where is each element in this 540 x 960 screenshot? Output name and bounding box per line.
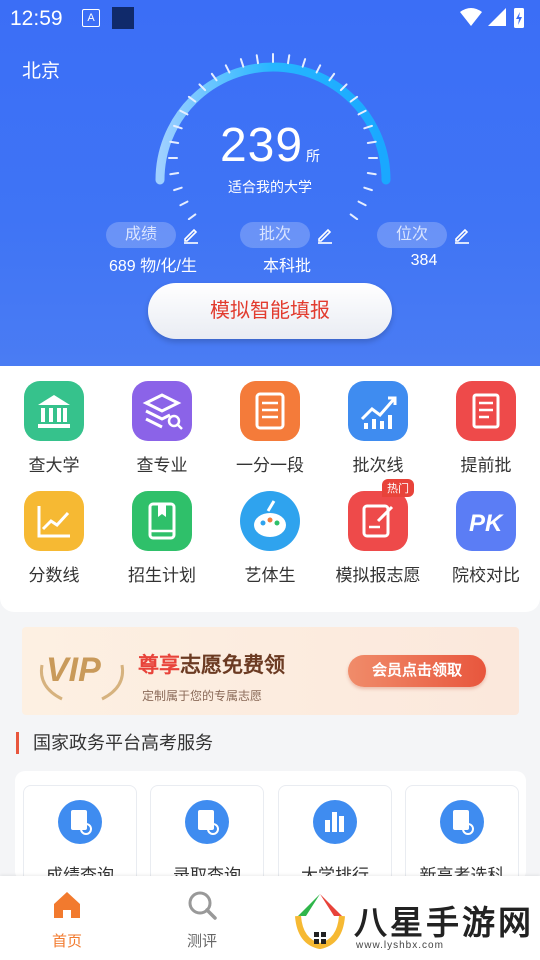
subject-select-icon: [440, 800, 484, 844]
feature-score-line[interactable]: 分数线: [0, 491, 108, 586]
scroll-icon: [456, 381, 516, 441]
vip-subtitle: 定制属于您的专属志愿: [142, 689, 263, 703]
param-batch-value: 本科批: [262, 258, 311, 275]
gauge-tick: [315, 64, 322, 74]
list-doc-icon: [240, 381, 300, 441]
signal-icon: [488, 8, 506, 26]
feature-label: 批次线: [352, 456, 404, 475]
param-batch-label: 批次: [240, 222, 310, 248]
palette-icon: [240, 491, 300, 551]
feature-find-major[interactable]: 查专业: [108, 381, 216, 476]
match-count: 239 所: [0, 118, 540, 173]
ranking-icon: [313, 800, 357, 844]
location-city[interactable]: 北京: [22, 56, 60, 83]
match-count-unit: 所: [306, 148, 321, 164]
gauge-tick: [366, 172, 377, 176]
tab-assessment-label: 测评: [186, 933, 217, 950]
book-icon: [132, 491, 192, 551]
watermark-emblem: [295, 894, 345, 950]
gauge-tick: [179, 200, 189, 207]
layers-search-icon: [132, 381, 192, 441]
edit-form-icon: 热门: [348, 479, 414, 551]
edit-icon[interactable]: [316, 226, 334, 244]
param-score-label: 成绩: [106, 222, 176, 248]
gauge-tick: [224, 64, 231, 74]
feature-label: 查专业: [136, 456, 188, 475]
gauge-tick: [287, 54, 291, 65]
param-score-value: 689 物/化/生: [108, 258, 198, 275]
param-rank-value: 384: [410, 252, 438, 269]
university-icon: [24, 381, 84, 441]
status-bar: 12:59 A: [0, 0, 540, 36]
vip-title-rest: 志愿免费领: [180, 654, 285, 677]
feature-find-university[interactable]: 查大学: [0, 381, 108, 476]
feature-compare-colleges[interactable]: PK 院校对比: [432, 491, 540, 586]
gauge-tick: [255, 54, 259, 65]
watermark-logo: 八星手游网 www.lyshbx.com: [290, 890, 535, 956]
gauge-tick: [239, 58, 245, 68]
feature-label: 招生计划: [128, 566, 196, 585]
feature-art-sports[interactable]: 艺体生: [216, 491, 324, 586]
param-score[interactable]: 成绩 689 物/化/生: [88, 222, 218, 276]
status-time: 12:59: [10, 7, 63, 30]
simulate-fill-button[interactable]: 模拟智能填报: [148, 283, 392, 339]
hero-header: 12:59 A 北京 239 所 适合我的大学 成绩 689 物/化/生 批次 本: [0, 0, 540, 366]
wifi-icon: [460, 8, 482, 26]
feature-grid: 查大学 查专业 一分一段 批次线 提前批 分数线 招生计划 艺体生 热门 模拟报…: [0, 366, 540, 612]
tab-home[interactable]: 首页: [27, 888, 107, 951]
gauge-tick: [187, 213, 197, 220]
svg-text:PK: PK: [469, 510, 504, 537]
line-chart-icon: [24, 491, 84, 551]
feature-batch-line[interactable]: 批次线: [324, 381, 432, 476]
tab-home-label: 首页: [51, 933, 82, 950]
feature-label: 分数线: [28, 566, 80, 585]
notification-icon: A: [82, 9, 100, 27]
score-query-icon: [58, 800, 102, 844]
watermark-text: 八星手游网: [354, 904, 534, 941]
edit-icon[interactable]: [182, 226, 200, 244]
trend-chart-icon: [348, 381, 408, 441]
vip-banner[interactable]: VIP 尊享志愿免费领 定制属于您的专属志愿 会员点击领取: [22, 627, 519, 715]
gauge-tick: [301, 58, 307, 68]
admission-query-icon: [185, 800, 229, 844]
match-caption: 适合我的大学: [228, 179, 312, 195]
param-rank[interactable]: 位次 384: [359, 222, 489, 270]
feature-enrollment-plan[interactable]: 招生计划: [108, 491, 216, 586]
vip-title: 尊享志愿免费领: [138, 649, 285, 679]
gauge-tick: [169, 172, 180, 176]
app-notification-icon: [112, 7, 134, 29]
tab-assessment[interactable]: 测评: [162, 888, 242, 951]
gauge-tick: [357, 200, 367, 207]
service-university-ranking[interactable]: 大学排行: [278, 785, 392, 887]
service-subject-selection[interactable]: 新高考选科: [405, 785, 519, 887]
feature-label: 模拟报志愿: [335, 566, 421, 585]
service-score-query[interactable]: 成绩查询: [23, 785, 137, 887]
watermark-url: www.lyshbx.com: [356, 940, 444, 951]
service-admission-query[interactable]: 录取查询: [150, 785, 264, 887]
feature-label: 艺体生: [244, 566, 296, 585]
edit-icon[interactable]: [453, 226, 471, 244]
gauge-tick: [349, 213, 359, 220]
match-count-number: 239: [219, 119, 304, 172]
feature-label: 一分一段: [236, 456, 304, 475]
feature-label: 提前批: [460, 456, 512, 475]
hot-badge: 热门: [382, 479, 414, 497]
param-rank-label: 位次: [377, 222, 447, 248]
section-title: 国家政务平台高考服务: [16, 732, 213, 754]
vip-laurel-logo: VIP: [39, 651, 125, 701]
home-icon: [54, 892, 80, 918]
feature-label: 院校对比: [452, 566, 520, 585]
svg-text:VIP: VIP: [46, 651, 101, 689]
gov-services: 成绩查询 录取查询 大学排行 新高考选科: [15, 771, 526, 887]
pk-icon: PK: [456, 491, 516, 551]
feature-label: 查大学: [28, 456, 80, 475]
feature-simulate-application[interactable]: 热门 模拟报志愿: [324, 479, 432, 586]
vip-claim-button[interactable]: 会员点击领取: [348, 655, 486, 687]
feature-score-segment[interactable]: 一分一段: [216, 381, 324, 476]
feature-early-batch[interactable]: 提前批: [432, 381, 540, 476]
status-icons: [460, 8, 524, 28]
param-batch[interactable]: 批次 本科批: [222, 222, 352, 276]
search-icon: [188, 891, 217, 920]
vip-title-highlight: 尊享: [138, 654, 180, 677]
